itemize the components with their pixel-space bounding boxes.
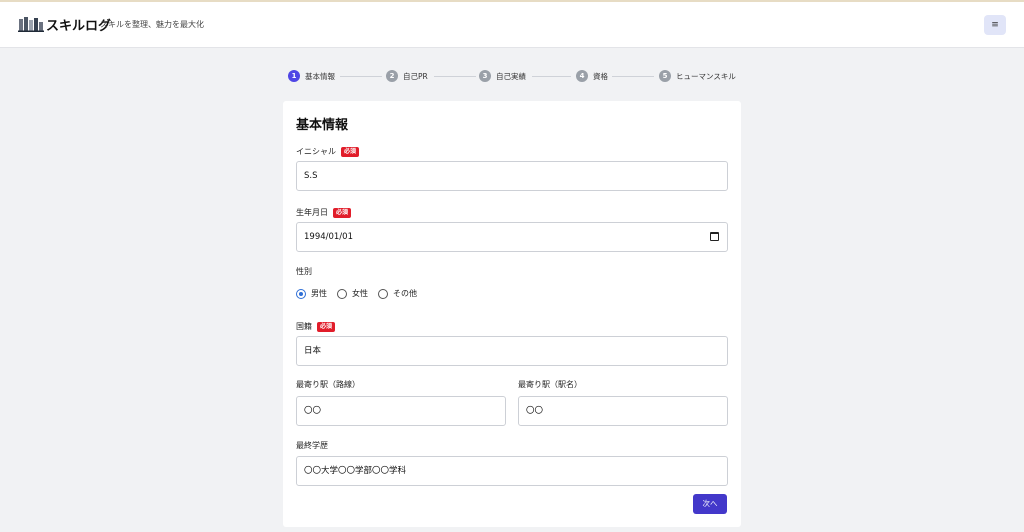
calendar-icon[interactable]: [710, 232, 719, 241]
birthdate-value: 1994/01/01: [304, 232, 353, 242]
hamburger-icon: ≡: [991, 20, 999, 30]
step-label: 基本情報: [305, 71, 335, 81]
gender-radio-group: 男性 女性 その他: [296, 288, 427, 299]
step-connector: [340, 76, 382, 77]
step-self-pr[interactable]: 2 自己PR: [386, 70, 428, 82]
step-connector: [434, 76, 476, 77]
required-badge: 必須: [341, 146, 360, 157]
education-input[interactable]: 〇〇大学〇〇学部〇〇学科: [296, 456, 728, 486]
step-number: 2: [386, 70, 398, 82]
gender-option-male[interactable]: 男性: [296, 288, 327, 299]
step-number: 3: [479, 70, 491, 82]
gender-label: 性別: [296, 267, 312, 276]
step-basic-info[interactable]: 1 基本情報: [288, 70, 335, 82]
step-connector: [532, 76, 571, 77]
education-label: 最終学歴: [296, 441, 328, 450]
step-qualifications[interactable]: 4 資格: [576, 70, 608, 82]
menu-button[interactable]: ≡: [984, 15, 1006, 35]
step-number: 1: [288, 70, 300, 82]
step-human-skills[interactable]: 5 ヒューマンスキル: [659, 70, 736, 82]
step-achievements[interactable]: 3 自己実績: [479, 70, 526, 82]
step-number: 5: [659, 70, 671, 82]
birthdate-label-text: 生年月日: [296, 208, 328, 217]
basic-info-form-card: 基本情報 イニシャル 必須 S.S 生年月日 必須 1994/01/01 性別 …: [283, 101, 741, 527]
gender-option-other[interactable]: その他: [378, 288, 417, 299]
form-title: 基本情報: [296, 118, 349, 133]
nationality-label-text: 国籍: [296, 322, 312, 331]
required-badge: 必須: [333, 207, 352, 218]
initial-input[interactable]: S.S: [296, 161, 728, 191]
app-tagline: スキルを整理、魅力を最大化: [100, 20, 204, 29]
radio-icon[interactable]: [378, 288, 388, 299]
station-line-input[interactable]: 〇〇: [296, 396, 506, 426]
initial-label-text: イニシャル: [296, 147, 336, 156]
gender-option-label: その他: [393, 289, 417, 298]
step-number: 4: [576, 70, 588, 82]
gender-option-label: 女性: [352, 289, 368, 298]
radio-icon[interactable]: [337, 288, 347, 299]
next-button[interactable]: 次へ: [693, 494, 727, 514]
gender-option-female[interactable]: 女性: [337, 288, 368, 299]
app-header: スキルログ スキルを整理、魅力を最大化 ≡: [0, 2, 1024, 48]
step-label: 資格: [593, 71, 608, 81]
initial-label: イニシャル 必須: [296, 146, 360, 157]
station-name-label: 最寄り駅（駅名）: [518, 380, 582, 389]
nationality-label: 国籍 必須: [296, 321, 336, 332]
nationality-input[interactable]: 日本: [296, 336, 728, 366]
step-label: 自己PR: [403, 71, 428, 81]
step-connector: [612, 76, 654, 77]
radio-selected-icon[interactable]: [296, 288, 306, 299]
gender-option-label: 男性: [311, 289, 327, 298]
station-line-label: 最寄り駅（路線）: [296, 380, 360, 389]
birthdate-input[interactable]: 1994/01/01: [296, 222, 728, 252]
station-name-input[interactable]: 〇〇: [518, 396, 728, 426]
required-badge: 必須: [317, 321, 336, 332]
birthdate-label: 生年月日 必須: [296, 207, 352, 218]
step-label: 自己実績: [496, 71, 526, 81]
progress-stepper: 1 基本情報 2 自己PR 3 自己実績 4 資格 5 ヒューマンスキル: [288, 70, 740, 84]
books-logo-icon: [18, 17, 44, 32]
step-label: ヒューマンスキル: [676, 71, 736, 81]
